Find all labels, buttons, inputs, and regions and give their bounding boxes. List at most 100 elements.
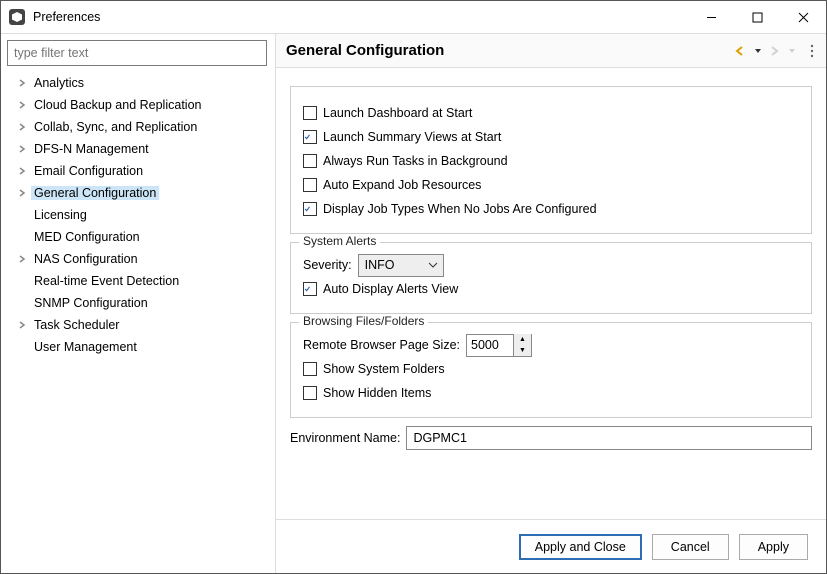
- tree-item-label: NAS Configuration: [31, 252, 141, 266]
- tree-item-dfs-n-management[interactable]: DFS-N Management: [7, 138, 269, 160]
- severity-select[interactable]: INFO: [358, 254, 444, 277]
- always-bg-row[interactable]: Always Run Tasks in Background: [303, 149, 799, 173]
- filter-input[interactable]: [7, 40, 267, 66]
- back-icon[interactable]: [734, 45, 748, 57]
- forward-icon: [768, 45, 782, 57]
- tree-item-user-management[interactable]: User Management: [7, 336, 269, 358]
- forward-menu-icon: [788, 45, 796, 57]
- expand-icon: [15, 230, 29, 244]
- show-hidden-row[interactable]: Show Hidden Items: [303, 381, 799, 405]
- back-menu-icon[interactable]: [754, 45, 762, 57]
- auto-display-alerts-label: Auto Display Alerts View: [323, 282, 458, 296]
- launch-dashboard-row[interactable]: Launch Dashboard at Start: [303, 101, 799, 125]
- tree-item-licensing[interactable]: Licensing: [7, 204, 269, 226]
- always-bg-checkbox[interactable]: [303, 154, 317, 168]
- tree-item-real-time-event-detection[interactable]: Real-time Event Detection: [7, 270, 269, 292]
- auto-display-alerts-row[interactable]: Auto Display Alerts View: [303, 277, 799, 301]
- expand-icon[interactable]: [15, 142, 29, 156]
- tree-item-general-configuration[interactable]: General Configuration: [7, 182, 269, 204]
- tree-item-label: Analytics: [31, 76, 87, 90]
- system-alerts-group: System Alerts Severity: INFO Auto Displa…: [290, 242, 812, 314]
- show-system-checkbox[interactable]: [303, 362, 317, 376]
- launch-dashboard-label: Launch Dashboard at Start: [323, 106, 472, 120]
- auto-display-alerts-checkbox[interactable]: [303, 282, 317, 296]
- titlebar: Preferences: [1, 1, 826, 33]
- tree-item-label: Cloud Backup and Replication: [31, 98, 204, 112]
- launch-dashboard-checkbox[interactable]: [303, 106, 317, 120]
- expand-icon: [15, 274, 29, 288]
- expand-icon: [15, 208, 29, 222]
- expand-icon[interactable]: [15, 164, 29, 178]
- cancel-button[interactable]: Cancel: [652, 534, 729, 560]
- tree-item-collab-sync-and-replication[interactable]: Collab, Sync, and Replication: [7, 116, 269, 138]
- maximize-button[interactable]: [734, 1, 780, 33]
- tree-item-email-configuration[interactable]: Email Configuration: [7, 160, 269, 182]
- show-system-label: Show System Folders: [323, 362, 445, 376]
- tree-item-analytics[interactable]: Analytics: [7, 72, 269, 94]
- close-button[interactable]: [780, 1, 826, 33]
- page-size-spinner[interactable]: 5000 ▲ ▼: [466, 334, 532, 357]
- minimize-button[interactable]: [688, 1, 734, 33]
- main-panel: General Configuration Launch Dashboard a…: [276, 34, 826, 573]
- auto-expand-row[interactable]: Auto Expand Job Resources: [303, 173, 799, 197]
- tree-item-med-configuration[interactable]: MED Configuration: [7, 226, 269, 248]
- browsing-legend: Browsing Files/Folders: [299, 314, 428, 328]
- environment-input[interactable]: [406, 426, 812, 450]
- tree-item-label: General Configuration: [31, 186, 159, 200]
- system-alerts-legend: System Alerts: [299, 234, 380, 248]
- tree-item-label: DFS-N Management: [31, 142, 152, 156]
- tree-item-label: Licensing: [31, 208, 90, 222]
- page-size-value[interactable]: 5000: [467, 338, 513, 352]
- tree-item-label: User Management: [31, 340, 140, 354]
- tree-item-label: MED Configuration: [31, 230, 143, 244]
- page-header: General Configuration: [276, 34, 826, 68]
- launch-summary-label: Launch Summary Views at Start: [323, 130, 501, 144]
- expand-icon[interactable]: [15, 76, 29, 90]
- spinner-down-icon[interactable]: ▼: [514, 345, 531, 356]
- launch-summary-row[interactable]: Launch Summary Views at Start: [303, 125, 799, 149]
- launch-summary-checkbox[interactable]: [303, 130, 317, 144]
- severity-value: INFO: [359, 258, 423, 272]
- page-size-label: Remote Browser Page Size:: [303, 338, 460, 352]
- chevron-down-icon[interactable]: [423, 255, 443, 276]
- menu-icon[interactable]: [808, 43, 816, 59]
- display-job-types-checkbox[interactable]: [303, 202, 317, 216]
- tree-item-task-scheduler[interactable]: Task Scheduler: [7, 314, 269, 336]
- window-title: Preferences: [33, 10, 688, 24]
- spinner-up-icon[interactable]: ▲: [514, 334, 531, 345]
- footer: Apply and Close Cancel Apply: [276, 519, 826, 573]
- preferences-window: Preferences Analytics Cloud Backup and Re…: [0, 0, 827, 574]
- app-icon: [9, 9, 25, 25]
- environment-label: Environment Name:: [290, 431, 400, 445]
- sidebar: Analytics Cloud Backup and Replication Col…: [1, 34, 276, 573]
- tree-item-label: Email Configuration: [31, 164, 146, 178]
- startup-group: Launch Dashboard at Start Launch Summary…: [290, 86, 812, 234]
- tree-item-label: SNMP Configuration: [31, 296, 151, 310]
- display-job-types-label: Display Job Types When No Jobs Are Confi…: [323, 202, 597, 216]
- show-hidden-label: Show Hidden Items: [323, 386, 431, 400]
- tree-item-label: Real-time Event Detection: [31, 274, 182, 288]
- apply-button[interactable]: Apply: [739, 534, 808, 560]
- tree-item-label: Task Scheduler: [31, 318, 122, 332]
- auto-expand-label: Auto Expand Job Resources: [323, 178, 481, 192]
- tree-item-cloud-backup-and-replication[interactable]: Cloud Backup and Replication: [7, 94, 269, 116]
- tree-item-label: Collab, Sync, and Replication: [31, 120, 200, 134]
- apply-close-button[interactable]: Apply and Close: [519, 534, 642, 560]
- display-job-types-row[interactable]: Display Job Types When No Jobs Are Confi…: [303, 197, 799, 221]
- page-title: General Configuration: [286, 42, 734, 59]
- environment-row: Environment Name:: [290, 426, 812, 450]
- expand-icon[interactable]: [15, 318, 29, 332]
- preference-tree: Analytics Cloud Backup and Replication Col…: [7, 70, 269, 358]
- expand-icon[interactable]: [15, 98, 29, 112]
- tree-item-snmp-configuration[interactable]: SNMP Configuration: [7, 292, 269, 314]
- show-system-row[interactable]: Show System Folders: [303, 357, 799, 381]
- show-hidden-checkbox[interactable]: [303, 386, 317, 400]
- severity-label: Severity:: [303, 258, 352, 272]
- always-bg-label: Always Run Tasks in Background: [323, 154, 508, 168]
- expand-icon[interactable]: [15, 252, 29, 266]
- expand-icon: [15, 296, 29, 310]
- auto-expand-checkbox[interactable]: [303, 178, 317, 192]
- expand-icon[interactable]: [15, 186, 29, 200]
- tree-item-nas-configuration[interactable]: NAS Configuration: [7, 248, 269, 270]
- expand-icon[interactable]: [15, 120, 29, 134]
